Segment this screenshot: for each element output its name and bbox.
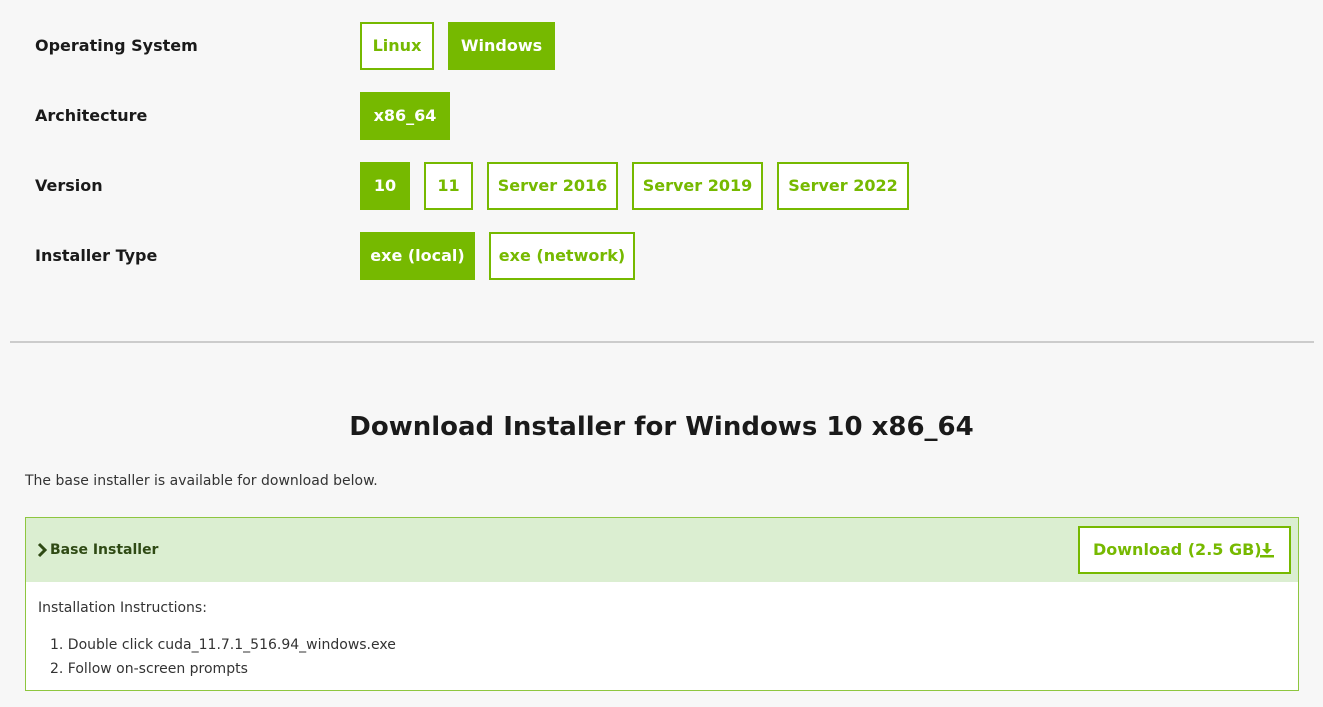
instructions-list: 1. Double click cuda_11.7.1_516.94_windo… <box>50 633 396 681</box>
os-option-windows[interactable]: Windows <box>448 22 555 70</box>
version-option-server-2019[interactable]: Server 2019 <box>632 162 763 210</box>
installer-type-label: Installer Type <box>35 246 158 265</box>
installer-type-row: Installer Type exe (local) exe (network) <box>0 232 1323 280</box>
version-label: Version <box>35 176 103 195</box>
version-row: Version 10 11 Server 2016 Server 2019 Se… <box>0 162 1323 210</box>
download-title: Download Installer for Windows 10 x86_64 <box>349 412 974 442</box>
version-option-server-2016[interactable]: Server 2016 <box>487 162 618 210</box>
version-option-server-2022[interactable]: Server 2022 <box>777 162 909 210</box>
architecture-row: Architecture x86_64 <box>0 92 1323 140</box>
download-button[interactable]: Download (2.5 GB) <box>1078 526 1291 574</box>
os-label: Operating System <box>35 36 198 55</box>
base-installer-panel: Base Installer Download (2.5 GB) Install… <box>25 517 1299 691</box>
chevron-right-icon <box>37 542 48 558</box>
os-row: Operating System Linux Windows <box>0 22 1323 70</box>
architecture-label: Architecture <box>35 106 148 125</box>
version-option-10[interactable]: 10 <box>360 162 410 210</box>
panel-header[interactable]: Base Installer Download (2.5 GB) <box>26 518 1298 582</box>
download-icon <box>1260 543 1274 558</box>
instruction-step: 2. Follow on-screen prompts <box>50 661 248 677</box>
installer-option-exe-local[interactable]: exe (local) <box>360 232 475 280</box>
download-button-label: Download (2.5 GB) <box>1093 540 1262 559</box>
installer-option-exe-network[interactable]: exe (network) <box>489 232 635 280</box>
instruction-step: 1. Double click cuda_11.7.1_516.94_windo… <box>50 637 396 653</box>
panel-title: Base Installer <box>50 542 159 558</box>
os-option-linux[interactable]: Linux <box>360 22 434 70</box>
download-description: The base installer is available for down… <box>25 473 378 489</box>
version-option-11[interactable]: 11 <box>424 162 473 210</box>
section-divider <box>10 341 1314 343</box>
instructions-title: Installation Instructions: <box>38 600 207 616</box>
arch-option-x86-64[interactable]: x86_64 <box>360 92 450 140</box>
